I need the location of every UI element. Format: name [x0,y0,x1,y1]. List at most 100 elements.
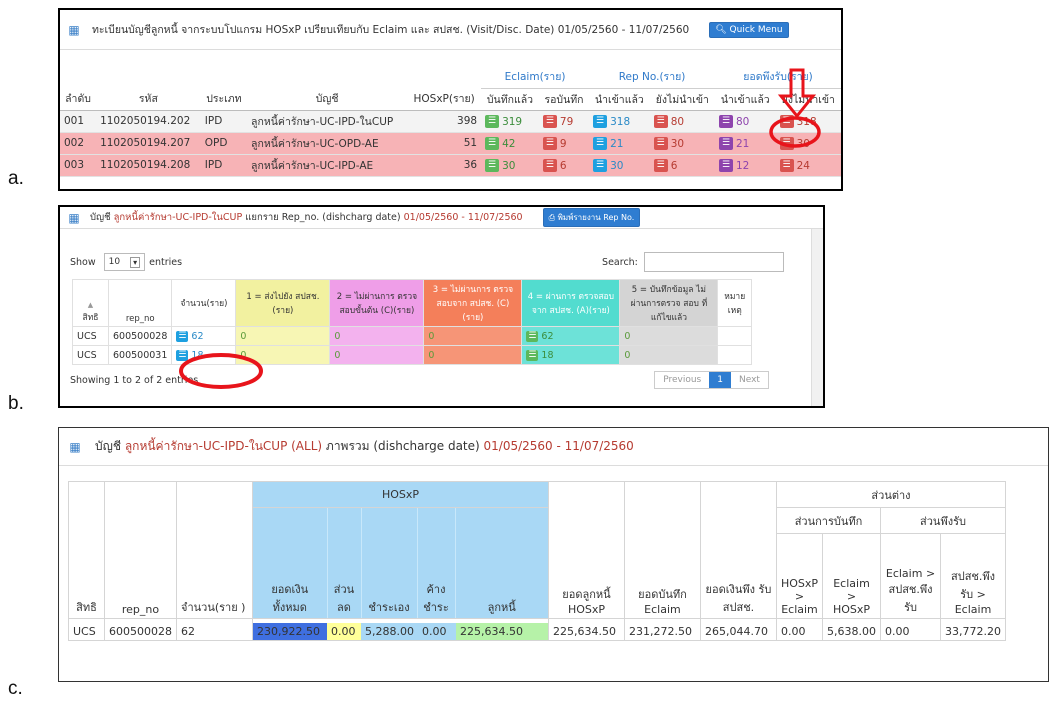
cell-account: ลูกหนี้ค่ารักษา-UC-IPD-AE [247,154,408,177]
cell-eclaim-pending[interactable]: ☰ 9 [538,132,590,155]
table-row: 003 1102050194.208 IPD ลูกหนี้ค่ารักษา-U… [60,154,841,177]
column-header-row: ลำดับ รหัส ประเภท บัญชี HOSxP(ราย) บันทึ… [60,88,841,111]
cell-pay-imported[interactable]: ☰ 12 [714,154,776,177]
cell-fail-nhso: 0 [423,345,523,365]
cell-rep-not-imported[interactable]: ☰ 30 [649,132,715,155]
col-header-sent[interactable]: 1 = ส่งไปยัง สปสช.(ราย) [235,279,331,327]
diff-payable-header: ส่วนพึงรับ [880,506,1006,535]
prev-button[interactable]: Previous [655,372,709,388]
list-icon: ☰ [526,350,539,361]
list-icon: ☰ [542,115,557,128]
cell-fail-nhso: 0 [423,326,523,346]
cell-type: IPD [200,154,248,177]
panel-a-header: ▦ ทะเบียนบัญชีลูกหนี้ จากระบบโปแกรม HOSx… [60,10,841,50]
hosxp-group-header: HOSxP [252,481,549,508]
cell-total: 230,922.50 [253,623,327,640]
cell-count[interactable]: ☰ 62 [171,326,237,346]
cell-no: 001 [60,110,97,133]
cell-pay-not-imported[interactable]: ☰ 24 [775,154,841,177]
col-header: HOSxP(ราย) [407,88,482,111]
panel-label-b: b. [8,393,24,414]
cell-eclaim-saved[interactable]: ☰ 42 [481,132,539,155]
cell-eclaim-saved[interactable]: ☰ 319 [481,110,539,133]
col-header-fail-initial[interactable]: 2 = ไม่ผ่านการ ตรวจสอบขั้นต้น (C)(ราย) [329,279,425,327]
list-icon: ☰ [176,331,189,342]
list-icon: ☰ [526,331,539,342]
cell-diff: 5,638.00 [822,618,882,641]
cell-fail-initial: 0 [329,345,425,365]
col-header-fixed[interactable]: 5 = บันทึกข้อมูล ไม่ผ่านการตรวจ สอบ ที่แ… [619,279,719,327]
col-header-note[interactable]: หมาย เหตุ [717,279,752,327]
list-icon: ☰ [718,159,733,172]
col-header: HOSxP > Eclaim [775,533,824,619]
table-row: 002 1102050194.207 OPD ลูกหนี้ค่ารักษา-U… [60,132,841,155]
cell-nhso-payable: 265,044.70 [699,618,777,641]
cell-rep-not-imported[interactable]: ☰ 6 [649,154,715,177]
cell-rep-imported[interactable]: ☰ 318 [589,110,650,133]
col-header: สิทธิ [68,481,105,619]
list-icon: ☰ [653,115,668,128]
hosxp-subtable: ยอดเงิน ทั้งหมด ส่วน ลด ชำระเอง ค้าง ชำร… [253,508,548,618]
cell-debt-hosxp: 225,634.50 [547,618,625,641]
cell-eclaim-pending[interactable]: ☰ 6 [538,154,590,177]
col-header: ค้าง ชำระ [417,508,456,618]
cell-no: 002 [60,132,97,155]
scrollbar[interactable] [811,229,823,406]
rep-group-header: Rep No.(ราย) [589,66,715,89]
list-icon: ☰ [593,115,608,128]
annotation-circle [179,353,263,389]
quick-menu-button[interactable]: 🔍︎ Quick Menu [709,21,789,38]
table-row: 001 1102050194.202 IPD ลูกหนี้ค่ารักษา-U… [60,110,841,133]
table-row: UCS 600500028 ☰ 62 0 0 0 ☰ 62 0 [72,326,752,346]
print-rep-button[interactable]: ⎙ พิมพ์รายงาน Rep No. [542,208,641,227]
col-header-rep[interactable]: rep_no [107,279,173,327]
list-icon: ☰ [779,159,794,172]
hosxp-subheaders: ยอดเงิน ทั้งหมด ส่วน ลด ชำระเอง ค้าง ชำร… [252,507,549,619]
table-icon: ▦ [69,439,81,454]
entries-select[interactable]: 10 ▾ [103,253,146,271]
cell-eclaim-pending[interactable]: ☰ 79 [538,110,590,133]
col-header: ยังไม่นำเข้า [649,88,715,111]
panel-b-header: ▦ บัญชี ลูกหนี้ค่ารักษา-UC-IPD-ในCUP แยก… [60,207,823,229]
panel-c-table: สิทธิ rep_no จำนวน(ราย ) HOSxP ยอดลูกหนี… [68,481,1007,641]
col-header: ยอดบันทึก Eclaim [623,481,701,619]
next-button[interactable]: Next [731,372,768,388]
col-header: นำเข้าแล้ว [589,88,650,111]
col-header-right[interactable]: ▲ สิทธิ [72,279,109,327]
cell-count: 62 [176,618,253,641]
cell-fixed: 0 [619,326,719,346]
cell-account: ลูกหนี้ค่ารักษา-UC-OPD-AE [247,132,408,155]
cell-account: ลูกหนี้ค่ารักษา-UC-IPD-ในCUP [247,110,408,133]
page-1-button[interactable]: 1 [709,372,731,388]
annotation-arrow-circle [769,68,821,148]
eclaim-group-header: Eclaim(ราย) [481,66,590,89]
col-header: ยอดลูกหนี้ HOSxP [547,481,625,619]
cell-pass[interactable]: ☰ 62 [521,326,621,346]
col-header: ประเภท [200,88,248,111]
diff-record-header: ส่วนการบันทึก [775,506,882,535]
search-input[interactable] [643,252,784,272]
cell-right: UCS [72,326,109,346]
col-header: รหัส [96,88,201,111]
cell-eclaim-saved[interactable]: ☰ 30 [481,154,539,177]
col-header-count[interactable]: จำนวน(ราย) [171,279,237,327]
cell-hosxp: 36 [407,154,482,177]
hosxp-value-subtable: 230,922.50 0.00 5,288.00 0.00 225,634.50 [253,623,548,640]
cell-rep-not-imported[interactable]: ☰ 80 [649,110,715,133]
cell-rep-imported[interactable]: ☰ 30 [589,154,650,177]
panel-b-table: ▲ สิทธิ rep_no จำนวน(ราย) 1 = ส่งไปยัง สป… [72,279,752,365]
cell-eclaim-saved: 231,272.50 [623,618,701,641]
col-header-fail-nhso[interactable]: 3 = ไม่ผ่านการ ตรวจสอบจาก สปสช. (C)(ราย) [423,279,523,327]
cell-pass[interactable]: ☰ 18 [521,345,621,365]
col-header-pass[interactable]: 4 = ผ่านการ ตรวจสอบจาก สปสช. (A)(ราย) [521,279,621,327]
cell-type: OPD [200,132,248,155]
pagination: Previous 1 Next [654,371,769,389]
col-header: ลำดับ [60,88,97,111]
cell-rep-imported[interactable]: ☰ 21 [589,132,650,155]
diff-group-header: ส่วนต่าง [775,481,1007,508]
cell-hosxp: 398 [407,110,482,133]
col-header: ลูกหนี้ [487,601,516,614]
cell-rep: 600500028 [104,618,177,641]
col-header: ยอดเงิน ทั้งหมด [253,508,328,618]
cell-diff: 0.00 [775,618,824,641]
